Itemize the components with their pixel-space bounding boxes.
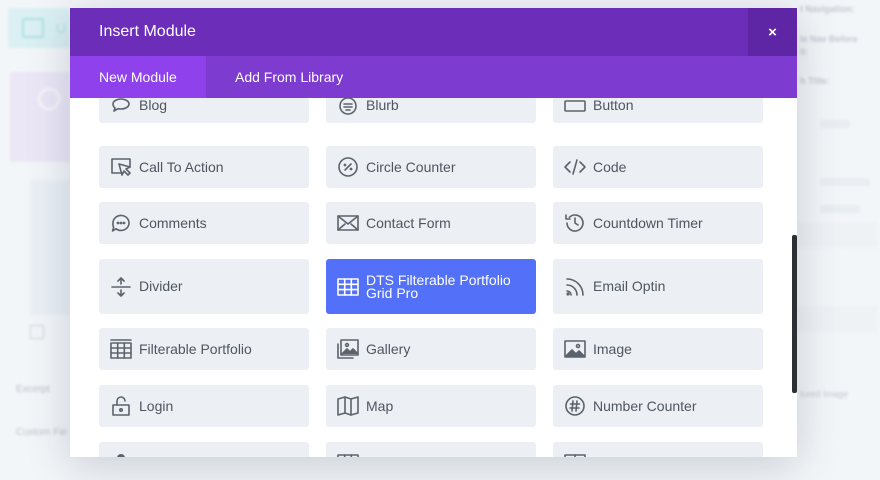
post-navigation-icon [563, 451, 587, 457]
module-countdown-timer[interactable]: Countdown Timer [553, 202, 763, 244]
background-label-title: h Title: [800, 76, 830, 86]
module-label: Call To Action [139, 158, 224, 175]
module-grid: Blog Blurb Button Call To Action Circle Coun… [70, 98, 797, 457]
background-label-custom-fields: Custom Fie [16, 427, 68, 438]
module-blurb[interactable]: Blurb [326, 98, 536, 123]
module-number-counter[interactable]: Number Counter [553, 385, 763, 427]
tab-new-module[interactable]: New Module [70, 56, 206, 98]
comments-icon [109, 211, 133, 235]
tab-label: New Module [99, 69, 177, 85]
module-list[interactable]: Blog Blurb Button Call To Action Circle Coun… [70, 98, 797, 457]
module-image[interactable]: Image [553, 328, 763, 370]
module-label: Divider [139, 278, 183, 294]
modal-title: Insert Module [99, 23, 196, 40]
tab-add-from-library[interactable]: Add From Library [206, 56, 372, 98]
module-label: Blurb [366, 98, 399, 113]
close-icon: × [768, 23, 777, 41]
background-line [820, 178, 870, 186]
map-icon [336, 394, 360, 418]
document-icon [22, 18, 44, 38]
module-label: Image [593, 340, 632, 357]
background-module-title: U [56, 20, 67, 36]
add-icon [30, 325, 44, 339]
module-gallery[interactable]: Gallery [326, 328, 536, 370]
module-label: Comments [139, 214, 207, 231]
module-circle-counter[interactable]: Circle Counter [326, 146, 536, 188]
portfolio-icon [336, 451, 360, 457]
background-content-area [30, 180, 70, 315]
person-icon [109, 451, 133, 457]
grid-icon [336, 275, 360, 299]
background-label-scroll: ll: [800, 47, 808, 57]
modal-tabs: New Module Add From Library [70, 56, 797, 98]
image-icon [563, 337, 587, 361]
countdown-timer-icon [563, 211, 587, 235]
code-icon [563, 155, 587, 179]
background-module-header: U [8, 8, 70, 48]
background-label-post-navigation: t Navigation: [800, 4, 855, 14]
module-label: Post Navigation [593, 456, 753, 458]
module-filterable-portfolio[interactable]: Filterable Portfolio [99, 328, 309, 370]
module-label: Number Counter [593, 397, 697, 414]
module-label: Contact Form [366, 214, 451, 231]
module-post-navigation[interactable]: Post Navigation [553, 442, 763, 457]
insert-module-modal: Insert Module × New Module Add From Libr… [70, 8, 797, 457]
number-counter-icon [563, 394, 587, 418]
module-call-to-action[interactable]: Call To Action [99, 146, 309, 188]
module-label: Countdown Timer [593, 214, 703, 231]
close-button[interactable]: × [748, 8, 797, 56]
module-dts-filterable-portfolio-grid-pro[interactable]: DTS Filterable Portfolio Grid Pro [326, 259, 536, 314]
background-divi-panel [10, 72, 70, 162]
module-login[interactable]: Login [99, 385, 309, 427]
module-code[interactable]: Code [553, 146, 763, 188]
module-label: Gallery [366, 340, 411, 357]
module-label: DTS Filterable Portfolio Grid Pro [366, 271, 511, 301]
module-portfolio[interactable]: Portfolio [326, 442, 536, 457]
module-divider[interactable]: Divider [99, 259, 309, 314]
module-label: Map [366, 397, 394, 414]
module-label: Portfolio [366, 456, 526, 458]
background-field [798, 222, 878, 248]
gallery-icon [336, 337, 360, 361]
module-label: Circle Counter [366, 158, 456, 175]
background-label-featured-image: tured Image [800, 389, 849, 399]
module-comments[interactable]: Comments [99, 202, 309, 244]
module-map[interactable]: Map [326, 385, 536, 427]
background-label-nav-before: le Nav Before [800, 34, 858, 44]
module-label: Blog [139, 98, 168, 113]
contact-form-icon [336, 211, 360, 235]
background-line [820, 205, 860, 213]
module-contact-form[interactable]: Contact Form [326, 202, 536, 244]
filterable-portfolio-icon [109, 337, 133, 361]
background-label-excerpt: Excerpt [16, 384, 50, 395]
background-field [798, 306, 878, 332]
module-button[interactable]: Button [553, 98, 763, 123]
blog-icon [109, 98, 133, 118]
divider-icon [109, 275, 133, 299]
email-optin-icon [563, 275, 587, 299]
module-label: Login [139, 397, 174, 414]
circle-counter-icon [336, 155, 360, 179]
modal-header: Insert Module × [70, 8, 797, 56]
login-icon [109, 394, 133, 418]
module-email-optin[interactable]: Email Optin [553, 259, 763, 314]
module-label: Person [139, 456, 299, 458]
module-person[interactable]: Person [99, 442, 309, 457]
module-label: Filterable Portfolio [139, 340, 252, 357]
module-label: Email Optin [593, 278, 666, 294]
divi-logo-icon [38, 88, 60, 110]
background-line [820, 120, 850, 128]
button-icon [563, 98, 587, 118]
module-label: Code [593, 158, 627, 175]
scrollbar[interactable] [792, 235, 797, 393]
call-to-action-icon [109, 155, 133, 179]
tab-label: Add From Library [235, 69, 344, 85]
blurb-icon [336, 98, 360, 118]
module-blog[interactable]: Blog [99, 98, 309, 123]
module-label: Button [593, 98, 634, 113]
